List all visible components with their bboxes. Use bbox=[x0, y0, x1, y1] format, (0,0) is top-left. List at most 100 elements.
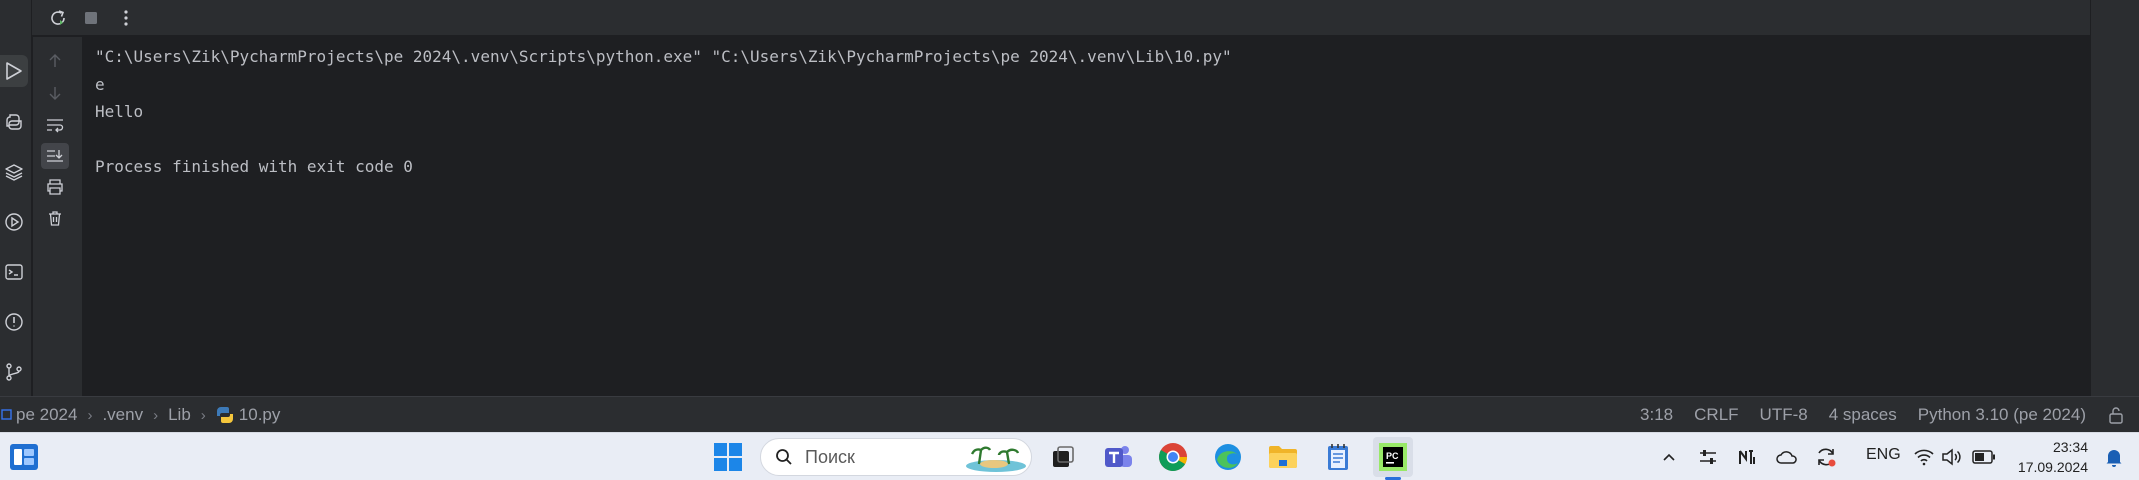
rerun-button[interactable] bbox=[44, 4, 72, 32]
teams-button[interactable] bbox=[1098, 437, 1138, 477]
chrome-icon bbox=[1159, 443, 1187, 471]
console-output[interactable]: "C:\Users\Zik\PycharmProjects\pe 2024\.v… bbox=[82, 37, 2090, 396]
folder-icon bbox=[1269, 446, 1297, 468]
caret-position[interactable]: 3:18 bbox=[1640, 405, 1673, 425]
right-tool-strip bbox=[2090, 0, 2139, 396]
task-view-button[interactable] bbox=[1043, 437, 1083, 477]
sync-icon bbox=[1818, 448, 1836, 467]
file-encoding[interactable]: UTF-8 bbox=[1760, 405, 1808, 425]
wifi-icon bbox=[1914, 449, 1934, 466]
start-button[interactable] bbox=[708, 437, 748, 477]
vcs-tool-button[interactable] bbox=[0, 356, 28, 388]
edge-icon bbox=[1215, 444, 1241, 470]
network-button[interactable] bbox=[1912, 445, 1936, 469]
python-file-icon bbox=[216, 407, 233, 423]
trash-icon bbox=[49, 211, 61, 226]
run-icon bbox=[6, 62, 22, 80]
scroll-up-button[interactable] bbox=[41, 48, 69, 74]
windows-taskbar: Поиск PC ENG 23:34 17.09.2024 bbox=[0, 432, 2139, 480]
soft-wrap-icon bbox=[47, 119, 64, 133]
line-ending[interactable]: CRLF bbox=[1694, 405, 1738, 425]
services-icon bbox=[5, 213, 23, 231]
notepad-icon bbox=[1328, 444, 1348, 470]
battery-button[interactable] bbox=[1972, 445, 1996, 469]
scroll-to-end-icon bbox=[47, 150, 63, 162]
teams-icon bbox=[1105, 446, 1132, 467]
chevron-up-icon bbox=[1663, 453, 1675, 461]
breadcrumb-project[interactable]: pe 2024 bbox=[16, 405, 77, 425]
svg-text:PC: PC bbox=[1386, 451, 1399, 461]
show-hidden-icons-button[interactable] bbox=[1657, 445, 1681, 469]
taskbar-search[interactable]: Поиск bbox=[760, 438, 1032, 476]
project-icon bbox=[1, 409, 12, 420]
notepad-button[interactable] bbox=[1318, 437, 1358, 477]
status-widgets: 3:18 CRLF UTF-8 4 spaces Python 3.10 (pe… bbox=[1640, 397, 2139, 433]
rerun-icon bbox=[51, 10, 65, 25]
breadcrumb-lib[interactable]: Lib bbox=[168, 405, 191, 425]
sync-button[interactable] bbox=[1814, 445, 1838, 469]
pycharm-button[interactable]: PC bbox=[1373, 437, 1413, 477]
console-line: Hello bbox=[95, 102, 144, 121]
breadcrumb-venv[interactable]: .venv bbox=[102, 405, 143, 425]
python-packages-button[interactable] bbox=[0, 106, 28, 138]
console-line: Process finished with exit code 0 bbox=[95, 157, 413, 176]
more-options-button[interactable] bbox=[112, 4, 140, 32]
run-toolbar bbox=[32, 0, 2090, 36]
chevron-right-icon: › bbox=[153, 406, 159, 424]
input-language[interactable]: ENG bbox=[1866, 446, 1901, 464]
file-explorer-button[interactable] bbox=[1263, 437, 1303, 477]
print-button[interactable] bbox=[41, 174, 69, 200]
clock-time: 23:34 bbox=[2052, 439, 2088, 455]
stop-button[interactable] bbox=[77, 4, 105, 32]
breadcrumb: pe 2024 › .venv › Lib › 10.py bbox=[0, 397, 280, 433]
edge-button[interactable] bbox=[1208, 437, 1248, 477]
arrow-up-icon bbox=[49, 54, 61, 67]
soft-wrap-button[interactable] bbox=[41, 112, 69, 138]
clock[interactable]: 23:34 17.09.2024 bbox=[2008, 437, 2088, 477]
console-line: "C:\Users\Zik\PycharmProjects\pe 2024\.v… bbox=[95, 47, 1232, 66]
services-tool-button[interactable] bbox=[0, 206, 28, 238]
terminal-tool-button[interactable] bbox=[0, 256, 28, 288]
print-icon bbox=[47, 179, 63, 195]
widgets-button[interactable] bbox=[4, 437, 44, 477]
clear-all-button[interactable] bbox=[41, 205, 69, 231]
tray-settings-button[interactable] bbox=[1696, 445, 1720, 469]
widgets-icon bbox=[10, 444, 38, 470]
clock-date: 17.09.2024 bbox=[2017, 459, 2088, 475]
run-tool-button[interactable] bbox=[0, 55, 28, 87]
stop-icon bbox=[85, 12, 97, 24]
search-icon bbox=[776, 449, 792, 465]
tray-app-button[interactable] bbox=[1735, 445, 1759, 469]
chevron-right-icon: › bbox=[87, 406, 93, 424]
chrome-button[interactable] bbox=[1153, 437, 1193, 477]
problems-icon bbox=[5, 313, 23, 331]
status-bar: pe 2024 › .venv › Lib › 10.py 3:18 CRLF … bbox=[0, 396, 2139, 432]
cloud-icon bbox=[1776, 451, 1797, 464]
notifications-button[interactable] bbox=[2102, 445, 2126, 469]
breadcrumb-file[interactable]: 10.py bbox=[239, 405, 281, 425]
scroll-down-button[interactable] bbox=[41, 80, 69, 106]
indent-setting[interactable]: 4 spaces bbox=[1829, 405, 1897, 425]
problems-tool-button[interactable] bbox=[0, 306, 28, 338]
layers-tool-button[interactable] bbox=[0, 156, 28, 188]
search-placeholder: Поиск bbox=[805, 446, 855, 467]
lock-icon[interactable] bbox=[2107, 406, 2125, 424]
scroll-to-end-button[interactable] bbox=[41, 143, 69, 169]
python-icon bbox=[6, 114, 22, 130]
search-highlight-icon bbox=[966, 446, 1026, 472]
onedrive-button[interactable] bbox=[1775, 445, 1799, 469]
git-branch-icon bbox=[6, 363, 22, 381]
sliders-icon bbox=[1700, 450, 1716, 464]
volume-button[interactable] bbox=[1940, 445, 1964, 469]
terminal-icon bbox=[5, 264, 23, 280]
windows-logo-icon bbox=[714, 443, 742, 471]
speaker-icon bbox=[1942, 448, 1961, 466]
bell-icon bbox=[2106, 450, 2122, 467]
python-interpreter[interactable]: Python 3.10 (pe 2024) bbox=[1918, 405, 2086, 425]
console-line: e bbox=[95, 74, 105, 94]
pycharm-icon: PC bbox=[1379, 443, 1407, 471]
bars-icon bbox=[1739, 450, 1755, 464]
left-tool-strip bbox=[0, 0, 32, 396]
arrow-down-icon bbox=[49, 87, 61, 100]
